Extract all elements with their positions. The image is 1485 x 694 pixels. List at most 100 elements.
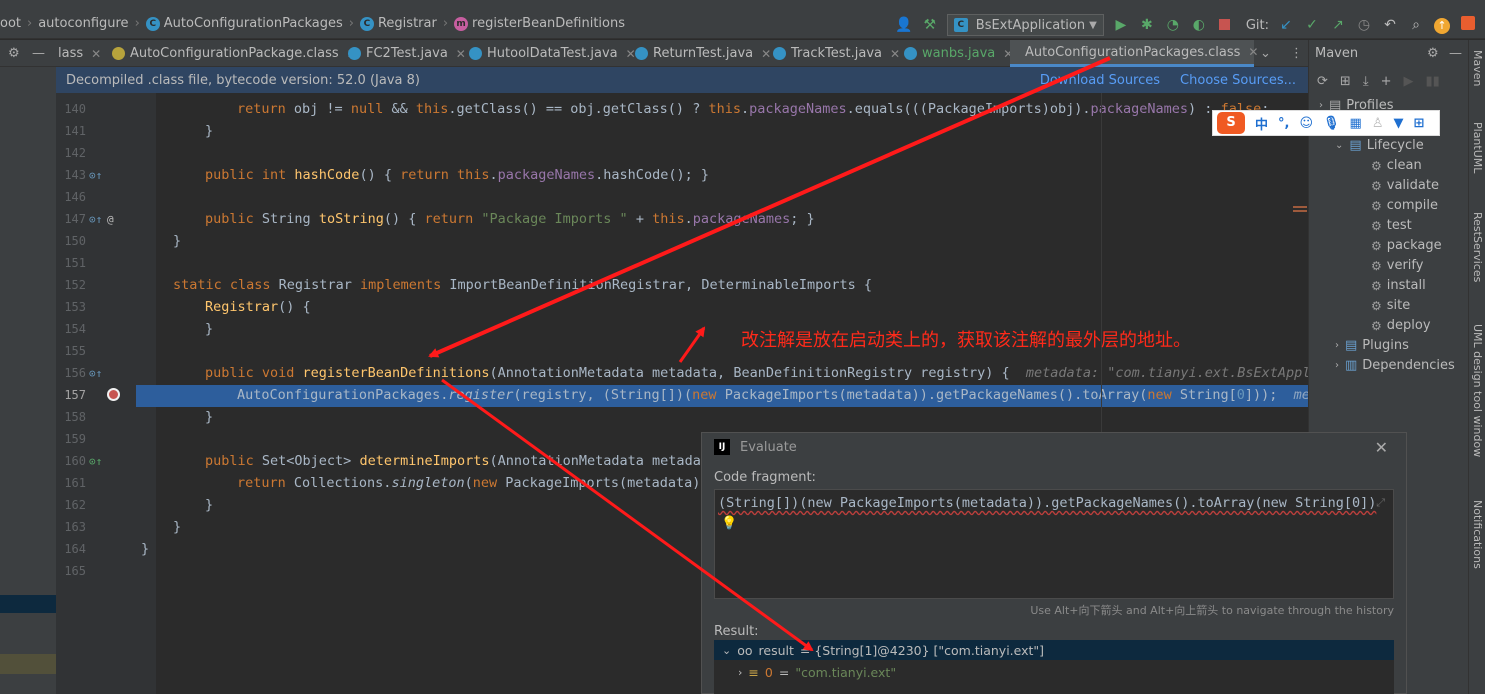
breadcrumb-item-project[interactable]: oot (0, 16, 21, 31)
search-icon[interactable]: ⌕ (1407, 16, 1425, 34)
tab-minimize[interactable]: — (32, 40, 48, 67)
history-icon[interactable]: ◷ (1355, 16, 1373, 34)
skin-icon[interactable]: ▼ (1394, 116, 1404, 131)
result-name: result (758, 642, 794, 658)
annotation-icon[interactable]: @ (107, 213, 114, 226)
override-method-icon[interactable]: ⊙↑ (89, 213, 102, 226)
result-row[interactable]: ⌄ oo result = {String[1]@4230} ["com.tia… (714, 640, 1394, 660)
close-icon[interactable]: ✕ (890, 47, 900, 61)
chevron-down-icon[interactable]: ⌄ (722, 644, 731, 657)
tree-item-lifecycle[interactable]: ⌄ ▤ Lifecycle (1335, 138, 1424, 153)
editor-tab[interactable]: TrackTest.java ✕ (773, 40, 900, 67)
breadcrumb-item-inner-class[interactable]: C Registrar (359, 16, 437, 31)
editor-tab[interactable]: lass ✕ (58, 40, 101, 67)
code-line: public int hashCode() { return this.pack… (205, 167, 709, 183)
rollback-icon[interactable]: ↶ (1381, 16, 1399, 34)
editor-tab[interactable]: AutoConfigurationPackage.class✕ (112, 40, 357, 67)
settings-gear-icon[interactable]: ⚙ (1427, 46, 1439, 61)
git-push-icon[interactable]: ↗ (1329, 16, 1347, 34)
run-maven-icon[interactable]: ▶ (1403, 74, 1413, 89)
download-icon[interactable]: ⤓ (1363, 74, 1369, 89)
tree-item-dependencies[interactable]: › ▥ Dependencies (1335, 358, 1455, 373)
add-folder-icon[interactable]: ⊞ (1340, 74, 1351, 89)
implement-method-icon[interactable]: ⊙↑ (89, 367, 102, 380)
chevron-right-icon[interactable]: › (738, 666, 742, 679)
breadcrumb-item-package[interactable]: autoconfigure (38, 16, 128, 31)
gear-icon: ⚙ (1371, 278, 1382, 293)
toolbox-icon[interactable]: ⊞ (1414, 116, 1425, 131)
java-class-icon (904, 47, 917, 60)
lifecycle-phase[interactable]: ⚙ compile (1371, 198, 1438, 213)
run-icon[interactable]: ▶ (1112, 16, 1130, 34)
tool-window-uml[interactable]: UML design tool window (1471, 324, 1484, 457)
more-options-icon[interactable]: ⋮ (1290, 40, 1303, 67)
reload-icon[interactable]: ⟳ (1317, 74, 1328, 89)
result-tree[interactable]: ⌄ oo result = {String[1]@4230} ["com.tia… (714, 640, 1394, 694)
run-configuration-select[interactable]: C BsExtApplication ▼ (946, 14, 1104, 36)
error-bulb-icon[interactable]: 💡 (721, 516, 737, 531)
git-update-icon[interactable]: ↙ (1277, 16, 1295, 34)
ime-toolbar[interactable]: S 中 °, ☺ 🎙 ▦ ♙ ▼ ⊞ (1212, 110, 1440, 136)
lifecycle-phase[interactable]: ⚙ site (1371, 298, 1410, 313)
tool-window-plantuml[interactable]: PlantUML (1471, 122, 1484, 173)
implement-method-icon[interactable]: ⊙↑ (89, 455, 102, 468)
tool-window-notifications[interactable]: Notifications (1471, 500, 1484, 569)
ime-language[interactable]: 中 (1255, 114, 1268, 133)
breakpoint-icon[interactable] (107, 388, 120, 404)
breadcrumb-item-class[interactable]: C AutoConfigurationPackages (145, 16, 343, 31)
debug-icon[interactable]: ✱ (1138, 16, 1156, 34)
tree-item-plugins[interactable]: › ▤ Plugins (1335, 338, 1409, 353)
code-fragment-input[interactable]: (String[])(new PackageImports(metadata))… (714, 489, 1394, 599)
jetbrains-icon[interactable] (1459, 16, 1477, 34)
result-child-row[interactable]: › ≡ 0 = "com.tianyi.ext" (738, 662, 896, 682)
editor-tab[interactable]: HutoolDataTest.java ✕ (469, 40, 636, 67)
user-icon[interactable]: ♙ (1372, 116, 1384, 131)
lifecycle-phase[interactable]: ⚙ validate (1371, 178, 1439, 193)
emoji-icon[interactable]: ☺ (1299, 116, 1313, 131)
git-commit-icon[interactable]: ✓ (1303, 16, 1321, 34)
tab-list-chevron-icon[interactable]: ⌄ (1260, 40, 1271, 67)
override-method-icon[interactable]: ⊙↑ (89, 169, 102, 182)
close-icon[interactable]: ✕ (1248, 45, 1258, 59)
toggle-offline-icon[interactable]: ▮▮ (1425, 74, 1439, 89)
microphone-icon[interactable]: 🎙 (1323, 116, 1340, 131)
lifecycle-phase[interactable]: ⚙ package (1371, 238, 1442, 253)
lifecycle-phase[interactable]: ⚙ verify (1371, 258, 1423, 273)
close-icon[interactable]: ✕ (1375, 438, 1388, 457)
tool-window-restservices[interactable]: RestServices (1471, 212, 1484, 282)
profile-icon[interactable]: ◔ (1164, 16, 1182, 34)
tab-settings-gear[interactable]: ⚙ (8, 40, 28, 67)
download-sources-link[interactable]: Download Sources (1040, 73, 1160, 88)
stop-icon[interactable] (1216, 16, 1234, 34)
build-hammer-icon[interactable]: ⚒ (921, 16, 939, 34)
editor-tab[interactable]: wanbs.java ✕ (904, 40, 1013, 67)
close-icon[interactable]: ✕ (456, 47, 466, 61)
close-icon[interactable]: ✕ (761, 47, 771, 61)
line-number: 153 (64, 300, 86, 314)
editor-tab-active[interactable]: AutoConfigurationPackages.class ✕ (1010, 40, 1258, 67)
project-panel-edge (0, 67, 56, 694)
element-value: "com.tianyi.ext" (795, 664, 897, 680)
choose-sources-link[interactable]: Choose Sources... (1180, 73, 1296, 88)
minimize-icon[interactable]: — (1449, 46, 1462, 61)
user-icon[interactable]: 👤 (895, 16, 913, 34)
coverage-icon[interactable]: ◐ (1190, 16, 1208, 34)
close-icon[interactable]: ✕ (91, 47, 101, 61)
lifecycle-phase[interactable]: ⚙ install (1371, 278, 1426, 293)
tool-window-maven[interactable]: Maven (1471, 50, 1484, 86)
phase-label: test (1386, 218, 1412, 233)
editor-tab[interactable]: FC2Test.java ✕ (348, 40, 466, 67)
lifecycle-phase[interactable]: ⚙ test (1371, 218, 1412, 233)
update-available-icon[interactable]: ↑ (1433, 16, 1451, 34)
expand-icon[interactable]: ⤢ (1376, 496, 1385, 510)
dialog-title-bar: IJ Evaluate (702, 433, 1408, 461)
java-class-icon (348, 47, 361, 60)
lifecycle-phase[interactable]: ⚙ clean (1371, 158, 1422, 173)
code-line: } (173, 233, 182, 249)
editor-tab[interactable]: ReturnTest.java ✕ (635, 40, 771, 67)
ime-punctuation[interactable]: °, (1278, 116, 1289, 131)
add-icon[interactable]: + (1381, 74, 1392, 89)
lifecycle-phase[interactable]: ⚙ deploy (1371, 318, 1431, 333)
breadcrumb-item-method[interactable]: m registerBeanDefinitions (454, 16, 625, 31)
keyboard-icon[interactable]: ▦ (1350, 116, 1362, 131)
